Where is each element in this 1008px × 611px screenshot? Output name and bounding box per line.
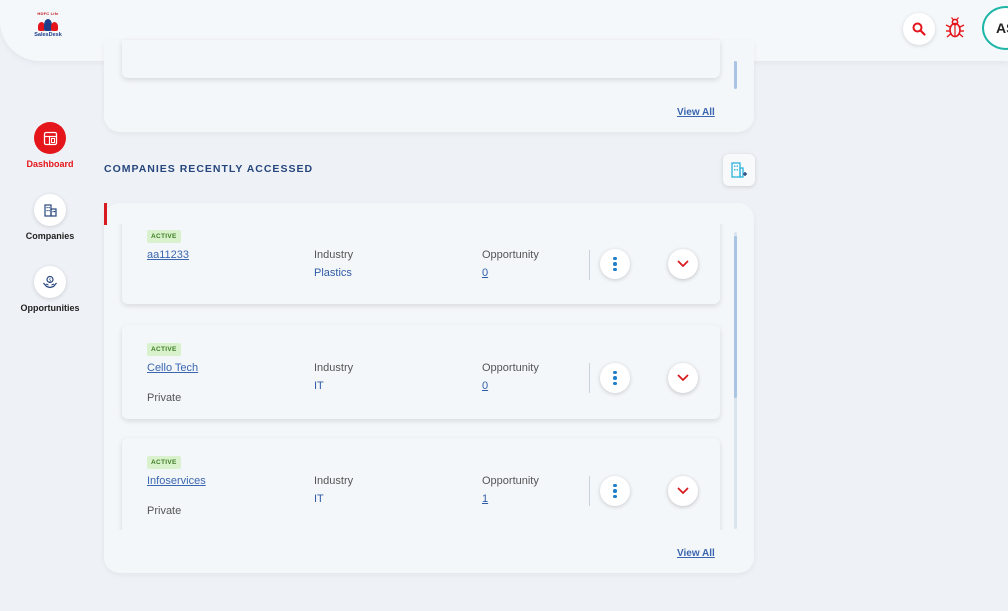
industry-label: Industry (314, 362, 354, 374)
section-title: COMPANIES RECENTLY ACCESSED (104, 163, 314, 175)
chevron-down-icon (677, 260, 689, 267)
report-bug-button[interactable] (944, 15, 966, 41)
industry-value: IT (314, 380, 324, 392)
list-scrollbar-thumb[interactable] (734, 236, 737, 398)
card-divider (589, 363, 590, 393)
industry-label: Industry (314, 249, 354, 261)
add-company-icon (731, 162, 747, 178)
view-all-companies-link[interactable]: View All (677, 548, 715, 559)
search-button[interactable] (903, 13, 935, 45)
card-divider (589, 476, 590, 506)
sidebar-item-opportunities[interactable]: $ Opportunities (0, 266, 100, 313)
section-marker (104, 203, 107, 225)
status-badge: ACTIVE (147, 343, 181, 356)
chevron-down-icon (677, 487, 689, 494)
opportunity-label: Opportunity (482, 249, 539, 261)
previous-widget-scrollbar[interactable] (734, 61, 737, 89)
sidebar-item-label: Dashboard (26, 159, 74, 169)
more-options-button[interactable] (600, 363, 630, 393)
card-divider (589, 250, 590, 280)
company-card[interactable]: ACTIVE Infoservices Private Industry IT … (122, 438, 720, 530)
status-badge: ACTIVE (147, 230, 181, 243)
industry-value: IT (314, 493, 324, 505)
more-dot-icon (613, 256, 617, 261)
companies-icon-wrap (34, 194, 66, 226)
more-dot-icon (613, 494, 617, 499)
opportunity-count-link[interactable]: 0 (482, 380, 488, 392)
add-company-button[interactable] (723, 154, 755, 186)
user-avatar[interactable]: AS (982, 6, 1008, 50)
company-type: Private (147, 505, 182, 517)
bug-icon (945, 17, 965, 38)
more-dot-icon (613, 483, 617, 488)
expand-button[interactable] (668, 476, 698, 506)
more-dot-icon (613, 267, 617, 272)
more-dot-icon (613, 376, 617, 380)
expand-button[interactable] (668, 363, 698, 393)
recent-companies-list: ACTIVE aa11233 Industry Plastics Opportu… (104, 224, 754, 530)
svg-text:$: $ (49, 277, 52, 283)
chevron-down-icon (677, 374, 689, 381)
company-name-link[interactable]: Cello Tech (147, 362, 198, 374)
salesdesk-logo[interactable]: HDFC Life SalesDesk (28, 11, 68, 45)
sidebar-item-dashboard[interactable]: Dashboard (0, 122, 100, 169)
expand-button[interactable] (668, 249, 698, 279)
industry-label: Industry (314, 475, 354, 487)
dashboard-icon (43, 131, 57, 145)
opportunity-label: Opportunity (482, 362, 539, 374)
more-options-button[interactable] (600, 249, 630, 279)
opportunities-icon-wrap: $ (34, 266, 66, 298)
company-name-link[interactable]: Infoservices (147, 475, 206, 487)
more-dot-icon (613, 381, 617, 386)
view-all-link[interactable]: View All (677, 107, 715, 118)
sidebar-item-label: Companies (25, 231, 75, 241)
logo-people-icon (37, 17, 59, 31)
company-type: Private (147, 392, 182, 404)
logo-brand-text: HDFC Life (37, 11, 59, 16)
companies-icon (43, 203, 57, 217)
more-dot-icon (613, 262, 617, 266)
search-icon (912, 22, 926, 36)
sidebar-item-companies[interactable]: Companies (0, 194, 100, 241)
company-card[interactable]: ACTIVE Cello Tech Private Industry IT Op… (122, 325, 720, 419)
company-card[interactable]: ACTIVE aa11233 Industry Plastics Opportu… (122, 224, 720, 304)
opportunity-label: Opportunity (482, 475, 539, 487)
logo-product-text: SalesDesk (34, 32, 62, 38)
opportunities-icon: $ (43, 275, 57, 289)
more-dot-icon (613, 370, 617, 375)
previous-widget-card (122, 40, 720, 78)
dashboard-icon-wrap (34, 122, 66, 154)
status-badge: ACTIVE (147, 456, 181, 469)
opportunity-count-link[interactable]: 1 (482, 493, 488, 505)
industry-value: Plastics (314, 267, 352, 279)
sidebar-item-label: Opportunities (20, 303, 80, 313)
company-name-link[interactable]: aa11233 (147, 249, 189, 261)
opportunity-count-link[interactable]: 0 (482, 267, 488, 279)
more-dot-icon (613, 489, 617, 493)
more-options-button[interactable] (600, 476, 630, 506)
